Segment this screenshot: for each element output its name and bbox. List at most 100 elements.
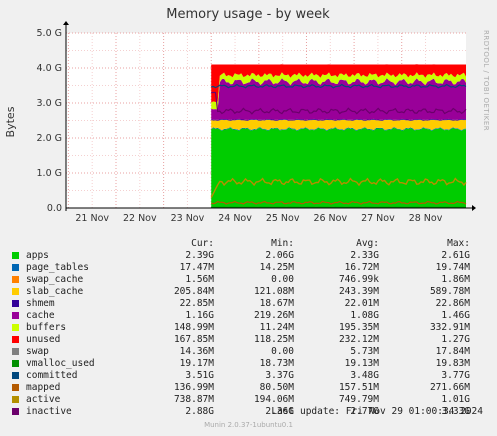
legend-cur: 148.99M xyxy=(173,322,214,333)
legend-max: 589.78M xyxy=(429,286,470,297)
legend-swatch-cell xyxy=(12,382,26,394)
legend-row-active: active 738.87M 194.06M 749.79M 1.01G xyxy=(12,394,470,406)
legend-cur: 17.47M xyxy=(179,262,214,273)
legend-swatch xyxy=(12,408,19,415)
legend-avg: 749.79M xyxy=(338,394,379,405)
legend-avg: 16.72M xyxy=(344,262,379,273)
legend-swatch xyxy=(12,288,19,295)
legend-max: 2.61G xyxy=(441,250,470,261)
x-tick-label: 28 Nov xyxy=(409,213,443,224)
legend-max: 332.91M xyxy=(429,322,470,333)
legend-min: 80.50M xyxy=(259,382,294,393)
y-axis-label: Bytes xyxy=(4,106,17,137)
legend-swatch xyxy=(12,300,19,307)
x-tick-label: 22 Nov xyxy=(123,213,157,224)
legend-row-swap: swap 14.36M 0.00 5.73M 17.84M xyxy=(12,346,470,358)
legend-max: 1.01G xyxy=(441,394,470,405)
legend-swatch-cell xyxy=(12,262,26,274)
legend-swatch-cell xyxy=(12,286,26,298)
legend-cur: 2.39G xyxy=(185,250,214,261)
legend-cur: 3.51G xyxy=(185,370,214,381)
legend-row-cache: cache 1.16G 219.26M 1.08G 1.46G xyxy=(12,310,470,322)
legend-table: Cur: Min: Avg: Max: apps 2.39G 2.06G 2.33G 2… xyxy=(12,238,470,418)
x-axis-arrow xyxy=(472,205,476,211)
legend-name: committed xyxy=(26,370,78,381)
legend-cur: 136.99M xyxy=(173,382,214,393)
legend-cur: 167.85M xyxy=(173,334,214,345)
legend-row-slab_cache: slab_cache 205.84M 121.08M 243.39M 589.78M xyxy=(12,286,470,298)
legend-name: slab_cache xyxy=(26,286,84,297)
last-update: Last update: Fri Nov 29 01:00:34 2024 xyxy=(271,406,483,417)
legend-swatch-cell xyxy=(12,250,26,262)
legend-swatch xyxy=(12,360,19,367)
legend-swatch xyxy=(12,264,19,271)
legend-avg: 2.33G xyxy=(350,250,379,261)
legend-min: 194.06M xyxy=(253,394,294,405)
legend-swatch xyxy=(12,348,19,355)
plot-area: 0.0 1.0 G 2.0 G 3.0 G 4.0 G 5.0 G 21 Nov 22 Nov… xyxy=(37,21,476,224)
legend-min: 118.25M xyxy=(253,334,294,345)
legend-row-mapped: mapped 136.99M 80.50M 157.51M 271.66M xyxy=(12,382,470,394)
legend-max: 19.74M xyxy=(435,262,470,273)
legend-avg: 5.73M xyxy=(350,346,379,357)
legend-swatch-cell xyxy=(12,370,26,382)
legend-cur: 1.56M xyxy=(185,274,214,285)
legend-swatch-cell xyxy=(12,334,26,346)
y-tick-label: 4.0 G xyxy=(37,63,63,74)
legend-swatch-cell xyxy=(12,346,26,358)
legend-row-committed: committed 3.51G 3.37G 3.48G 3.77G xyxy=(12,370,470,382)
legend-swatch xyxy=(12,372,19,379)
legend-swatch xyxy=(12,384,19,391)
legend-cur: 2.88G xyxy=(185,406,214,417)
header-avg: Avg: xyxy=(356,238,379,249)
legend-min: 0.00 xyxy=(271,346,294,357)
legend-min: 18.67M xyxy=(259,298,294,309)
munin-version: Munin 2.0.37-1ubuntu0.1 xyxy=(204,421,293,429)
legend-name: vmalloc_used xyxy=(26,358,95,369)
memory-chart: Memory usage - by week Bytes RRDTOOL / T… xyxy=(4,7,490,224)
header-cur: Cur: xyxy=(191,238,214,249)
legend-name: buffers xyxy=(26,322,67,333)
legend-name: swap_cache xyxy=(26,274,84,285)
area-cache xyxy=(211,78,466,121)
legend-avg: 243.39M xyxy=(338,286,379,297)
legend-name: swap xyxy=(26,346,49,357)
header-min: Min: xyxy=(271,238,294,249)
legend-min: 219.26M xyxy=(253,310,294,321)
legend-row-swap_cache: swap_cache 1.56M 0.00 746.99k 1.86M xyxy=(12,274,470,286)
legend-name: shmem xyxy=(26,298,55,309)
y-tick-label: 0.0 xyxy=(47,203,62,214)
legend-avg: 232.12M xyxy=(338,334,379,345)
legend-cur: 205.84M xyxy=(173,286,214,297)
y-tick-label: 2.0 G xyxy=(37,133,63,144)
x-tick-label: 21 Nov xyxy=(75,213,109,224)
legend-swatch xyxy=(12,396,19,403)
legend-avg: 3.48G xyxy=(350,370,379,381)
legend-min: 18.73M xyxy=(259,358,294,369)
legend-cur: 22.85M xyxy=(179,298,214,309)
legend-row-shmem: shmem 22.85M 18.67M 22.01M 22.86M xyxy=(12,298,470,310)
legend-max: 271.66M xyxy=(429,382,470,393)
legend-name: apps xyxy=(26,250,49,261)
x-tick-label: 24 Nov xyxy=(218,213,252,224)
chart-title: Memory usage - by week xyxy=(166,7,330,22)
legend-avg: 195.35M xyxy=(338,322,379,333)
legend-name: cache xyxy=(26,310,55,321)
header-max: Max: xyxy=(447,238,470,249)
legend-name: unused xyxy=(26,334,61,345)
legend-max: 19.83M xyxy=(435,358,470,369)
y-tick-label: 5.0 G xyxy=(37,28,63,39)
rrdtool-credit: RRDTOOL / TOBI OETIKER xyxy=(482,30,490,131)
legend-name: active xyxy=(26,394,61,405)
legend-avg: 22.01M xyxy=(344,298,379,309)
legend-swatch-cell xyxy=(12,310,26,322)
legend-avg: 1.08G xyxy=(350,310,379,321)
legend-swatch xyxy=(12,312,19,319)
legend-cur: 19.17M xyxy=(179,358,214,369)
legend-min: 3.37G xyxy=(265,370,294,381)
x-tick-label: 27 Nov xyxy=(361,213,395,224)
legend-cur: 14.36M xyxy=(179,346,214,357)
y-tick-label: 1.0 G xyxy=(37,168,63,179)
legend-swatch-cell xyxy=(12,394,26,406)
legend-swatch xyxy=(12,276,19,283)
